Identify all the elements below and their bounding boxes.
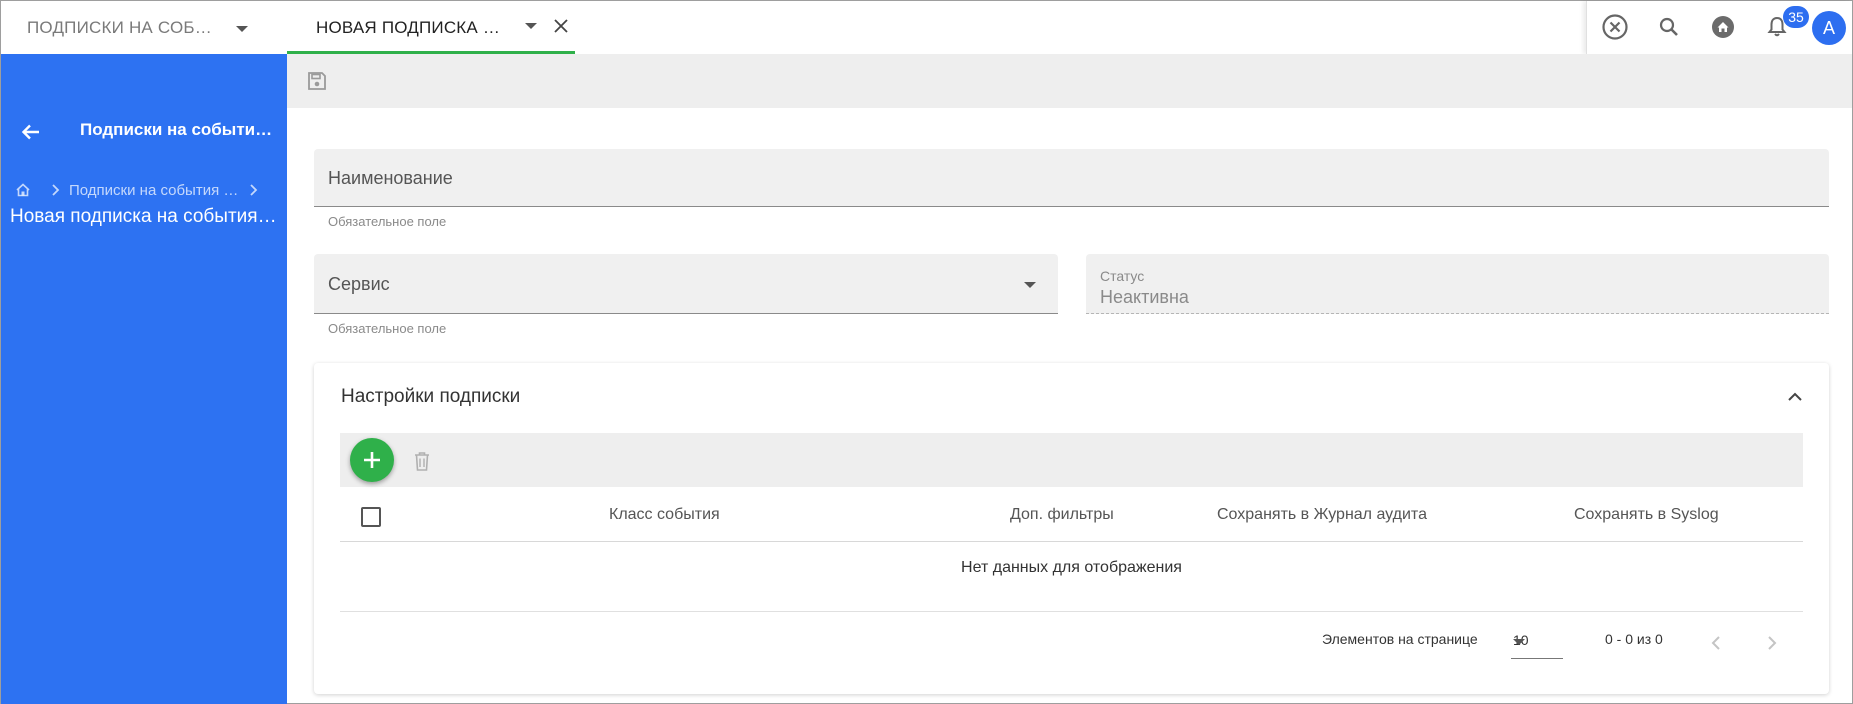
grid-header: Класс события Доп. фильтры Сохранять в Ж… <box>340 487 1803 542</box>
divider <box>340 611 1803 612</box>
top-actions: 35 A <box>1586 1 1852 54</box>
page-size-select[interactable]: 10 <box>1511 629 1563 659</box>
items-per-page-label: Элементов на странице <box>1322 631 1478 647</box>
close-icon[interactable] <box>549 14 573 38</box>
service-label: Сервис <box>328 274 390 294</box>
name-field[interactable]: Наименование <box>314 149 1829 207</box>
home-icon[interactable] <box>13 180 33 200</box>
sidebar-title: Подписки на события аудита <box>80 120 280 139</box>
column-header-filters[interactable]: Доп. фильтры <box>1010 506 1114 524</box>
tab-subscriptions[interactable]: ПОДПИСКИ НА СОБЫТИЯ <box>1 1 286 54</box>
name-hint: Обязательное поле <box>328 214 447 229</box>
status-caption: Статус <box>1100 268 1145 284</box>
next-page-icon[interactable] <box>1760 631 1784 655</box>
save-icon[interactable] <box>305 69 329 93</box>
notification-badge: 35 <box>1783 6 1809 28</box>
breadcrumb: Подписки на события аудита <box>13 178 283 202</box>
trash-icon[interactable] <box>410 449 434 473</box>
home-icon[interactable] <box>1709 13 1737 41</box>
plus-icon <box>364 452 380 468</box>
column-header-event-class[interactable]: Класс события <box>609 506 720 524</box>
grid-toolbar <box>340 433 1803 487</box>
column-header-audit-log[interactable]: Сохранять в Журнал аудита <box>1217 506 1427 524</box>
breadcrumb-link[interactable]: Подписки на события аудита <box>69 182 239 199</box>
sidebar: Подписки на события аудита Подписки на с… <box>1 54 287 704</box>
service-hint: Обязательное поле <box>328 321 447 336</box>
avatar[interactable]: A <box>1812 11 1846 45</box>
subscription-settings-panel: Настройки подписки Класс события Доп. фи… <box>314 363 1829 694</box>
chevron-right-icon <box>52 184 60 196</box>
name-label: Наименование <box>328 168 453 188</box>
chevron-down-icon[interactable] <box>525 23 537 29</box>
page-toolbar <box>287 54 1852 108</box>
column-header-syslog[interactable]: Сохранять в Syslog <box>1574 506 1719 524</box>
page-range: 0 - 0 из 0 <box>1605 631 1663 647</box>
tab-label: НОВАЯ ПОДПИСКА НА СОБЫТИЯ <box>316 17 506 37</box>
close-circle-icon[interactable] <box>1601 13 1629 41</box>
status-field: Статус Неактивна <box>1086 254 1829 314</box>
empty-state-text: Нет данных для отображения <box>961 559 1182 576</box>
select-all-checkbox[interactable] <box>361 507 381 527</box>
chevron-up-icon[interactable] <box>1783 385 1807 409</box>
add-button[interactable] <box>350 438 394 482</box>
previous-page-icon[interactable] <box>1704 631 1728 655</box>
status-value: Неактивна <box>1100 287 1189 307</box>
chevron-right-icon <box>250 184 258 196</box>
search-icon[interactable] <box>1655 13 1683 41</box>
tab-new-subscription[interactable]: НОВАЯ ПОДПИСКА НА СОБЫТИЯ <box>287 1 575 54</box>
top-bar: ПОДПИСКИ НА СОБЫТИЯ НОВАЯ ПОДПИСКА НА СО… <box>1 1 1852 54</box>
chevron-down-icon <box>1513 639 1525 645</box>
panel-title: Настройки подписки <box>341 386 521 407</box>
service-select[interactable]: Сервис <box>314 254 1058 314</box>
current-page-title: Новая подписка на события аудита <box>10 206 280 227</box>
back-arrow-icon[interactable] <box>17 118 45 146</box>
chevron-down-icon[interactable] <box>236 26 248 32</box>
tab-label: ПОДПИСКИ НА СОБЫТИЯ <box>27 17 215 37</box>
chevron-down-icon[interactable] <box>1024 282 1036 288</box>
